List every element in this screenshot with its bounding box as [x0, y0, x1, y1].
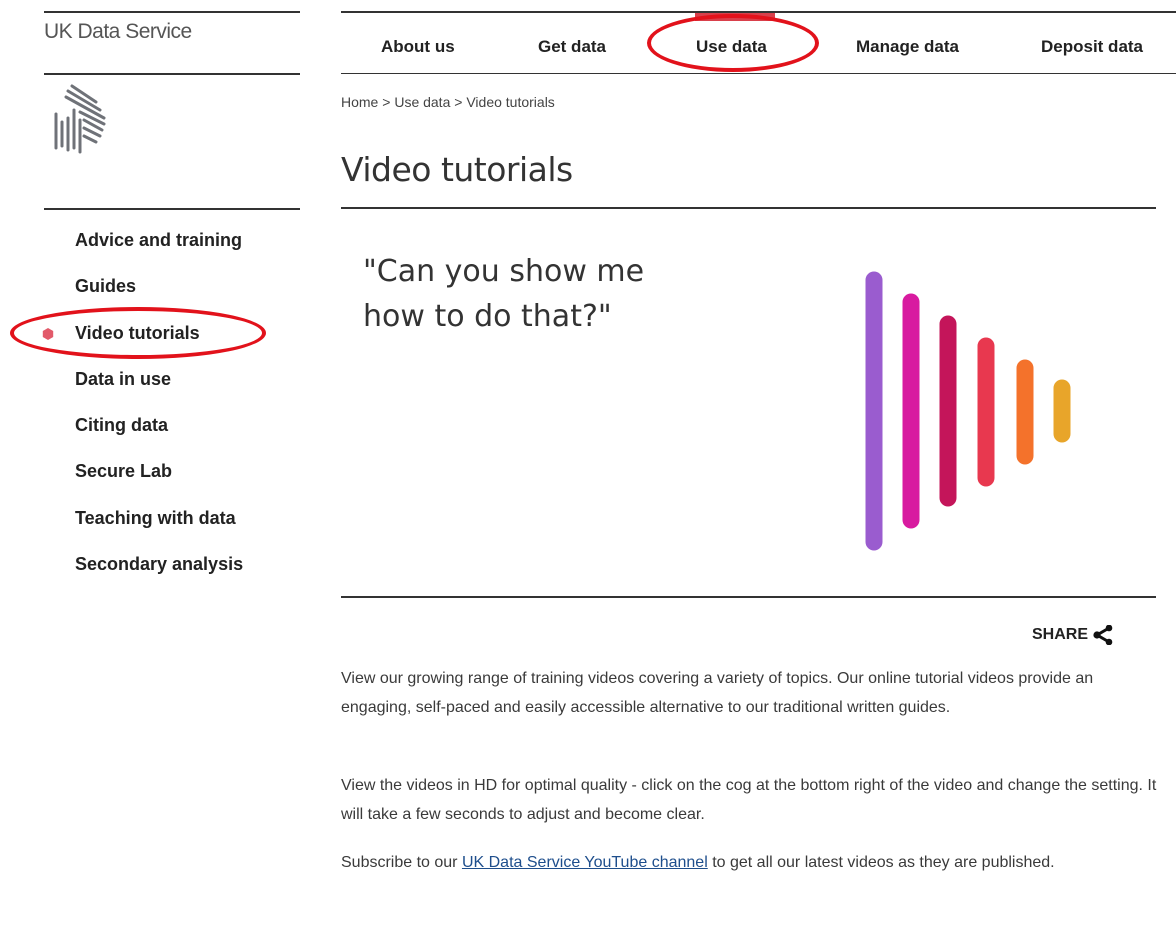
video-bars-graphic-icon [865, 271, 1071, 551]
sidebar-item-label: Video tutorials [75, 322, 200, 343]
active-tab-indicator [695, 13, 775, 21]
topnav-use-data[interactable]: Use data [696, 37, 767, 57]
sidebar-item-teaching-with-data[interactable]: Teaching with data [0, 498, 300, 544]
share-button[interactable]: SHARE [1032, 625, 1114, 645]
uk-data-service-logo-icon[interactable] [50, 80, 118, 156]
subscribe-paragraph: Subscribe to our UK Data Service YouTube… [341, 848, 1161, 877]
breadcrumb-separator: > [382, 94, 391, 110]
sidebar-item-secondary-analysis[interactable]: Secondary analysis [0, 544, 300, 590]
sidebar-item-label: Secure Lab [75, 461, 173, 482]
hd-tip-paragraph: View the videos in HD for optimal qualit… [341, 777, 1157, 823]
breadcrumb-current: Video tutorials [466, 94, 555, 110]
topnav-bottom-rule [341, 73, 1176, 74]
topnav-about-us[interactable]: About us [381, 37, 455, 57]
brand-name[interactable]: UK Data Service [44, 20, 192, 44]
sidebar-item-secure-lab[interactable]: Secure Lab [0, 451, 300, 497]
breadcrumb: Home > Use data > Video tutorials [341, 94, 555, 110]
banner-quote-line: "Can you show me [363, 254, 645, 289]
breadcrumb-section[interactable]: Use data [394, 94, 450, 110]
sidebar-item-label: Advice and training [75, 230, 243, 250]
sidebar-brand-rule [44, 73, 300, 75]
sidebar-item-data-in-use[interactable]: Data in use [0, 359, 300, 405]
sidebar-item-advice-and-training[interactable]: Advice and training [0, 220, 300, 266]
intro-paragraph: View our growing range of training video… [341, 670, 1094, 716]
sidebar-item-label: Guides [75, 276, 137, 297]
sidebar-item-label: Data in use [75, 368, 172, 389]
share-label: SHARE [1032, 626, 1089, 643]
sidebar-item-label: Citing data [75, 415, 168, 436]
hexagon-bullet-shape [42, 327, 54, 340]
sidebar-item-citing-data[interactable]: Citing data [0, 405, 300, 451]
breadcrumb-home[interactable]: Home [341, 94, 378, 110]
subscribe-text: Subscribe to our [341, 854, 462, 871]
topnav-manage-data[interactable]: Manage data [856, 37, 959, 57]
banner-quote: "Can you show me how to do that?" [363, 249, 783, 339]
breadcrumb-separator: > [454, 94, 463, 110]
banner-quote-line: how to do that?" [363, 299, 612, 334]
banner-bottom-rule [341, 596, 1156, 598]
sidebar-top-rule [44, 11, 300, 13]
sidebar-item-label: Secondary analysis [75, 554, 244, 575]
hexagon-bullet-icon [42, 327, 54, 340]
topnav-get-data[interactable]: Get data [538, 37, 606, 57]
youtube-channel-link[interactable]: UK Data Service YouTube channel [462, 854, 708, 871]
sidebar-item-label: Teaching with data [75, 507, 236, 528]
sidebar-item-guides[interactable]: Guides [0, 266, 300, 312]
subscribe-text: to get all our latest videos as they are… [707, 854, 1055, 871]
title-rule [341, 207, 1156, 209]
topnav-deposit-data[interactable]: Deposit data [1041, 37, 1143, 57]
page: UK Data Service Advice and training Guid… [0, 0, 1176, 943]
page-title: Video tutorials [341, 150, 573, 189]
share-icon [1093, 625, 1113, 645]
sidebar-item-video-tutorials[interactable]: Video tutorials [0, 313, 300, 359]
sidebar-nav-rule [44, 208, 300, 210]
sidebar-nav: Advice and training Guides Video tutoria… [0, 220, 300, 590]
